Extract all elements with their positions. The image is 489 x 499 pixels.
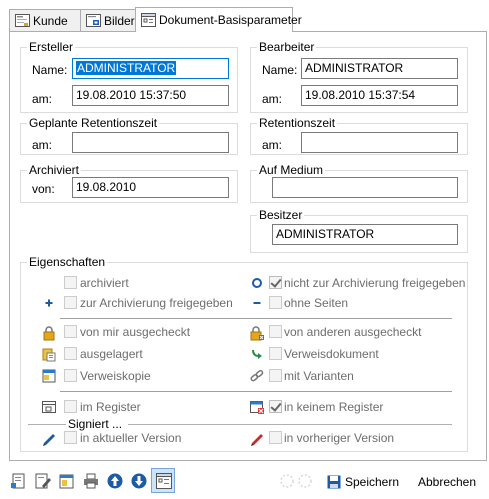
checkbox-in-vorheriger-version-label: in vorheriger Version [284, 431, 395, 445]
register-icon [42, 401, 56, 413]
pen-red-icon [251, 434, 263, 446]
tab-bilder-label: Bilder [104, 13, 135, 28]
customer-icon [15, 14, 30, 27]
checkbox-im-register[interactable] [64, 400, 77, 413]
save-button-label: Speichern [344, 474, 400, 489]
save-button[interactable]: Speichern [322, 470, 404, 493]
retention-date-field[interactable] [301, 132, 458, 153]
plus-icon [45, 299, 53, 307]
reference-copy-toolbar-icon[interactable] [58, 472, 76, 490]
arrow-down-icon[interactable] [130, 472, 148, 490]
archived-from-label: von: [32, 182, 55, 196]
edit-document-icon[interactable] [34, 472, 52, 490]
outsourced-icon [42, 348, 56, 362]
tab-dokument-basisparameter[interactable]: Dokument-Basisparameter [135, 7, 302, 32]
checkbox-in-keinem-register[interactable] [269, 400, 282, 413]
checkbox-nicht-zur-archivierung[interactable] [269, 276, 282, 289]
checkbox-ohne-seiten[interactable] [269, 296, 282, 309]
checkbox-nicht-zur-archivierung-label: nicht zur Archivierung freigegeben [284, 276, 466, 290]
tab-kunde-label: Kunde [33, 13, 68, 28]
no-register-icon [250, 401, 264, 414]
medium-field[interactable] [272, 177, 458, 198]
editor-name-label: Name: [262, 63, 298, 77]
retention-title: Retentionszeit [257, 116, 338, 130]
checkbox-in-keinem-register-label: in keinem Register [284, 400, 384, 414]
tab-dokument-basisparameter-label: Dokument-Basisparameter [159, 13, 302, 27]
variants-link-icon [250, 369, 264, 382]
spinner-right-icon [298, 474, 312, 488]
owner-field[interactable]: ADMINISTRATOR [272, 224, 458, 245]
signed-line-right [128, 424, 452, 425]
creator-title: Ersteller [27, 40, 76, 54]
checkbox-in-aktueller-version-label: in aktueller Version [80, 431, 182, 445]
minus-icon [253, 302, 261, 304]
reference-arrow-icon [252, 349, 262, 359]
document-params-icon [141, 13, 156, 27]
new-document-icon[interactable] [10, 472, 28, 490]
checkbox-zur-archivierung-label: zur Archivierung freigegeben [80, 296, 233, 310]
checkbox-in-aktueller-version[interactable] [64, 431, 77, 444]
checkbox-ohne-seiten-label: ohne Seiten [284, 296, 349, 310]
circle-icon [252, 278, 262, 288]
checkbox-ausgelagert[interactable] [64, 347, 77, 360]
spinner-left-icon [280, 474, 294, 488]
editor-name-field[interactable]: ADMINISTRATOR [301, 58, 458, 79]
archived-title: Archiviert [27, 163, 82, 177]
checkbox-mit-varianten-label: mit Varianten [284, 369, 354, 383]
properties-title: Eigenschaften [27, 255, 108, 269]
checkbox-ausgelagert-label: ausgelagert [80, 347, 143, 361]
checkbox-von-mir-ausgecheckt-label: von mir ausgecheckt [80, 325, 191, 339]
checkbox-verweiskopie[interactable] [64, 369, 77, 382]
tab-bilder[interactable]: Bilder [80, 9, 136, 31]
images-icon [86, 14, 101, 27]
creator-name-label: Name: [32, 63, 68, 77]
lock-icon [43, 326, 55, 341]
planned-retention-date-field[interactable] [72, 132, 229, 153]
pen-blue-icon [43, 434, 55, 446]
editor-title: Bearbeiter [257, 40, 317, 54]
print-icon[interactable] [82, 472, 100, 490]
editor-date-field[interactable]: 19.08.2010 15:37:54 [301, 85, 458, 106]
creator-name-field[interactable]: ADMINISTRATOR [72, 58, 229, 79]
signed-title: Signiert ... [68, 417, 123, 431]
checkbox-von-anderen-ausgecheckt-label: von anderen ausgecheckt [284, 325, 422, 339]
archived-from-field[interactable]: 19.08.2010 [72, 177, 229, 198]
document-params-toggle-button[interactable] [151, 468, 175, 493]
signed-line-left [28, 424, 66, 425]
creator-date-field[interactable]: 19.08.2010 15:37:50 [72, 85, 229, 106]
lock-other-icon [250, 326, 264, 341]
checkbox-mit-varianten[interactable] [269, 369, 282, 382]
medium-title: Auf Medium [257, 163, 326, 177]
arrow-up-icon[interactable] [106, 472, 124, 490]
properties-separator-1 [60, 318, 452, 319]
properties-separator-2 [60, 391, 452, 392]
checkbox-archiviert-label: archiviert [80, 276, 129, 290]
checkbox-archiviert[interactable] [64, 276, 77, 289]
save-icon [327, 475, 341, 488]
planned-retention-date-label: am: [32, 138, 53, 152]
checkbox-im-register-label: im Register [80, 400, 141, 414]
cancel-button[interactable]: Abbrechen [412, 470, 482, 493]
creator-name-value: ADMINISTRATOR [76, 61, 177, 75]
retention-date-label: am: [262, 138, 283, 152]
checkbox-zur-archivierung[interactable] [64, 296, 77, 309]
owner-title: Besitzer [257, 208, 305, 222]
document-params-toolbar-icon [156, 473, 172, 489]
checkbox-von-anderen-ausgecheckt[interactable] [269, 325, 282, 338]
checkbox-von-mir-ausgecheckt[interactable] [64, 325, 77, 338]
cancel-button-label: Abbrechen [417, 474, 477, 489]
checkbox-verweisdokument[interactable] [269, 347, 282, 360]
creator-date-label: am: [32, 92, 53, 106]
checkbox-verweiskopie-label: Verweiskopie [80, 369, 151, 383]
tab-kunde[interactable]: Kunde [9, 9, 81, 31]
editor-date-label: am: [262, 92, 283, 106]
checkbox-in-vorheriger-version[interactable] [269, 431, 282, 444]
checkbox-verweisdokument-label: Verweisdokument [284, 347, 379, 361]
planned-retention-title: Geplante Retentionszeit [27, 116, 160, 130]
reference-copy-icon [42, 369, 56, 383]
